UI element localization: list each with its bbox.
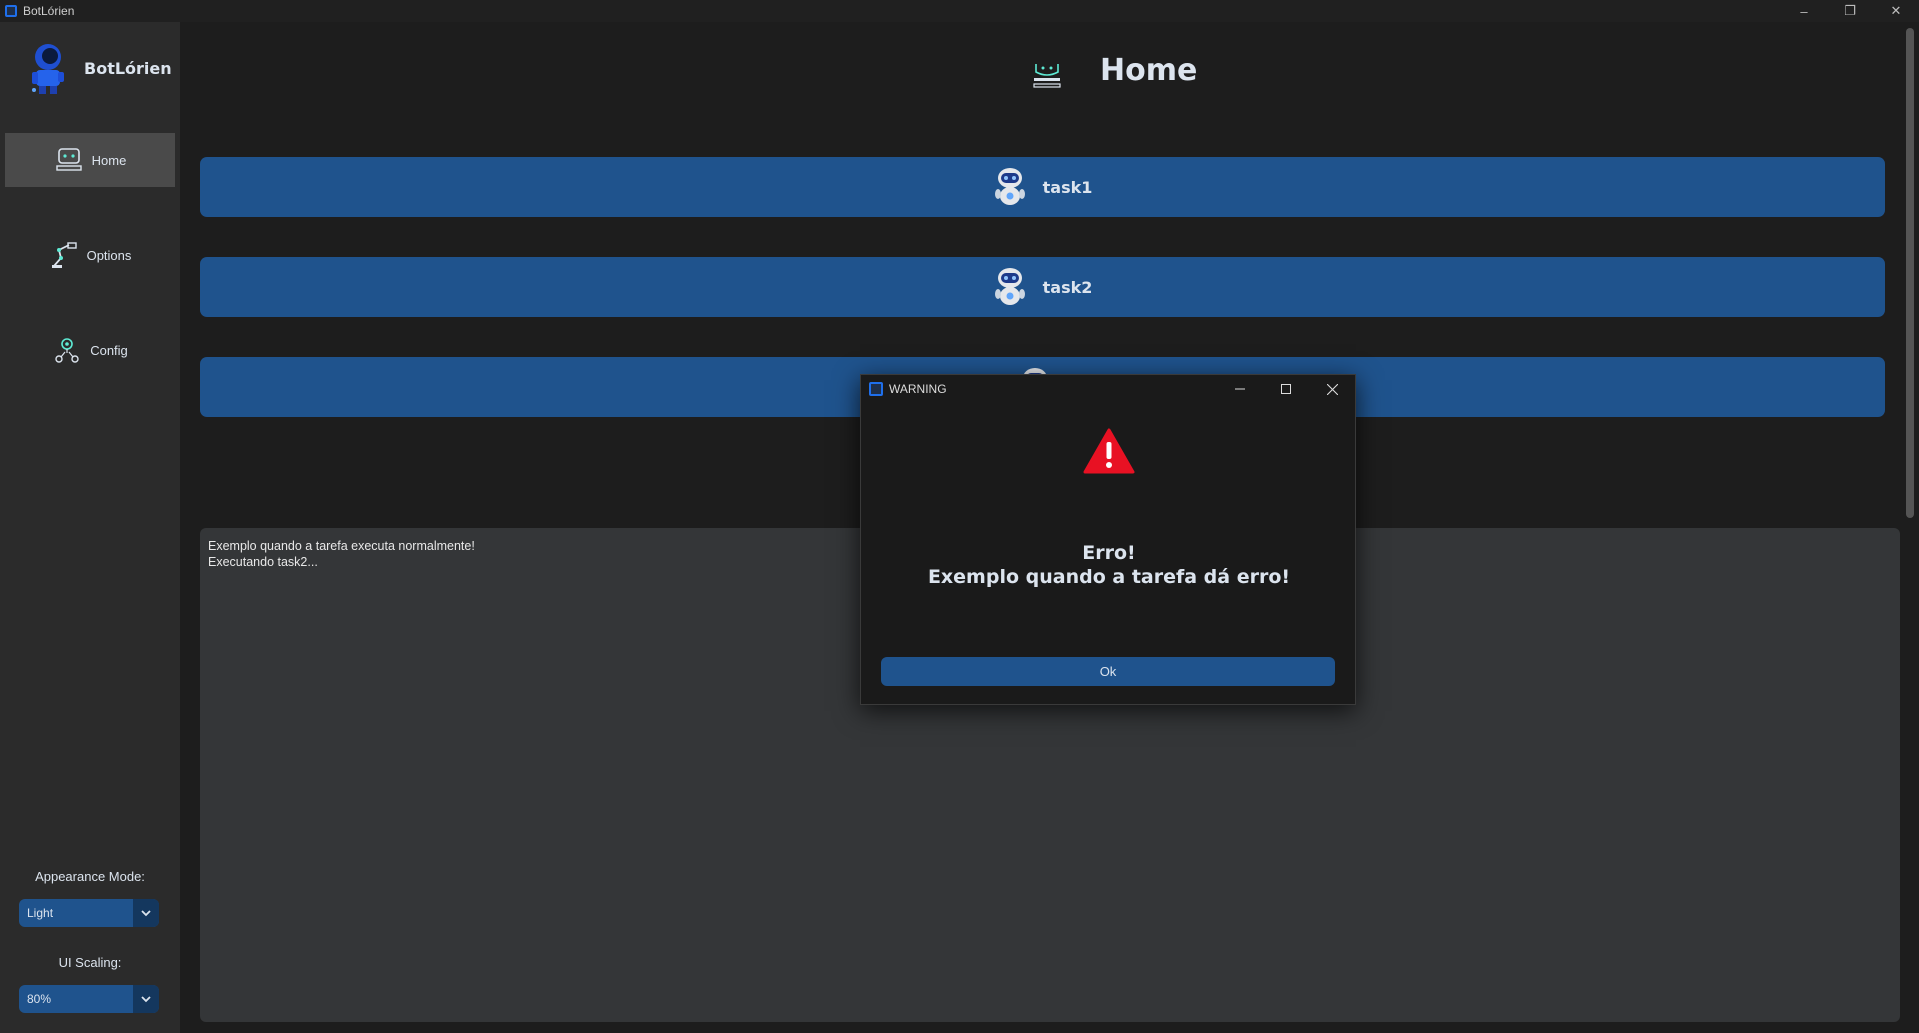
ui-scaling-value: 80% xyxy=(27,992,52,1006)
dialog-message: Erro! Exemplo quando a tarefa dá erro! xyxy=(861,541,1357,589)
astronaut-logo-icon xyxy=(32,44,64,94)
minimize-button[interactable]: – xyxy=(1781,0,1827,22)
warning-dialog: WARNING Erro! Exemplo quando a tarefa dá… xyxy=(860,374,1356,705)
robot-icon xyxy=(994,168,1025,205)
warning-icon xyxy=(1083,428,1135,474)
dialog-message-line2: Exemplo quando a tarefa dá erro! xyxy=(927,566,1291,588)
sidebar: BotLórien Home Options Config Appearance… xyxy=(0,22,180,1033)
main-scrollbar[interactable] xyxy=(1906,28,1914,518)
dialog-title: WARNING xyxy=(889,382,947,396)
appearance-mode-select[interactable]: Light xyxy=(19,899,159,927)
page-title-text: Home xyxy=(1100,52,1198,88)
dialog-close-button[interactable] xyxy=(1309,375,1355,403)
window-title: BotLórien xyxy=(23,4,75,18)
task1-button[interactable]: task1 xyxy=(200,157,1885,217)
robot-icon xyxy=(994,268,1025,305)
task1-label: task1 xyxy=(1042,177,1093,197)
sidebar-item-label: Options xyxy=(86,247,132,263)
app-icon xyxy=(5,5,17,17)
task2-label: task2 xyxy=(1042,277,1093,297)
gear-network-icon xyxy=(55,338,79,363)
sidebar-item-options[interactable]: Options xyxy=(5,228,175,282)
ok-button[interactable]: Ok xyxy=(881,657,1335,686)
app-icon xyxy=(869,382,883,396)
dialog-maximize-button[interactable] xyxy=(1263,375,1309,403)
minimize-icon xyxy=(1235,388,1245,390)
sidebar-item-config[interactable]: Config xyxy=(5,323,175,377)
dialog-titlebar: WARNING xyxy=(861,375,1355,403)
maximize-icon xyxy=(1281,384,1291,394)
page-title: Home xyxy=(1030,42,1197,98)
robot-desk-icon xyxy=(1033,64,1061,88)
ui-scaling-label: UI Scaling: xyxy=(58,955,122,970)
sidebar-item-home[interactable]: Home xyxy=(5,133,175,187)
dialog-message-line1: Erro! xyxy=(1082,542,1136,564)
sidebar-item-label: Home xyxy=(91,152,127,168)
task2-button[interactable]: task2 xyxy=(200,257,1885,317)
sidebar-item-label: Config xyxy=(90,342,128,358)
restore-button[interactable]: ❐ xyxy=(1827,0,1873,22)
dialog-minimize-button[interactable] xyxy=(1217,375,1263,403)
robot-desk-icon xyxy=(55,148,82,171)
ui-scaling-select[interactable]: 80% xyxy=(19,985,159,1013)
appearance-mode-label: Appearance Mode: xyxy=(35,869,145,884)
close-button[interactable]: ✕ xyxy=(1873,0,1919,22)
appearance-mode-value: Light xyxy=(27,906,54,920)
chevron-down-icon xyxy=(141,996,151,1003)
brand: BotLórien xyxy=(28,42,172,94)
close-icon xyxy=(1326,383,1338,395)
brand-name: BotLórien xyxy=(84,58,172,78)
chevron-down-icon xyxy=(141,910,151,917)
window-titlebar: BotLórien – ❐ ✕ xyxy=(0,0,1919,22)
robot-arm-icon xyxy=(51,242,77,268)
